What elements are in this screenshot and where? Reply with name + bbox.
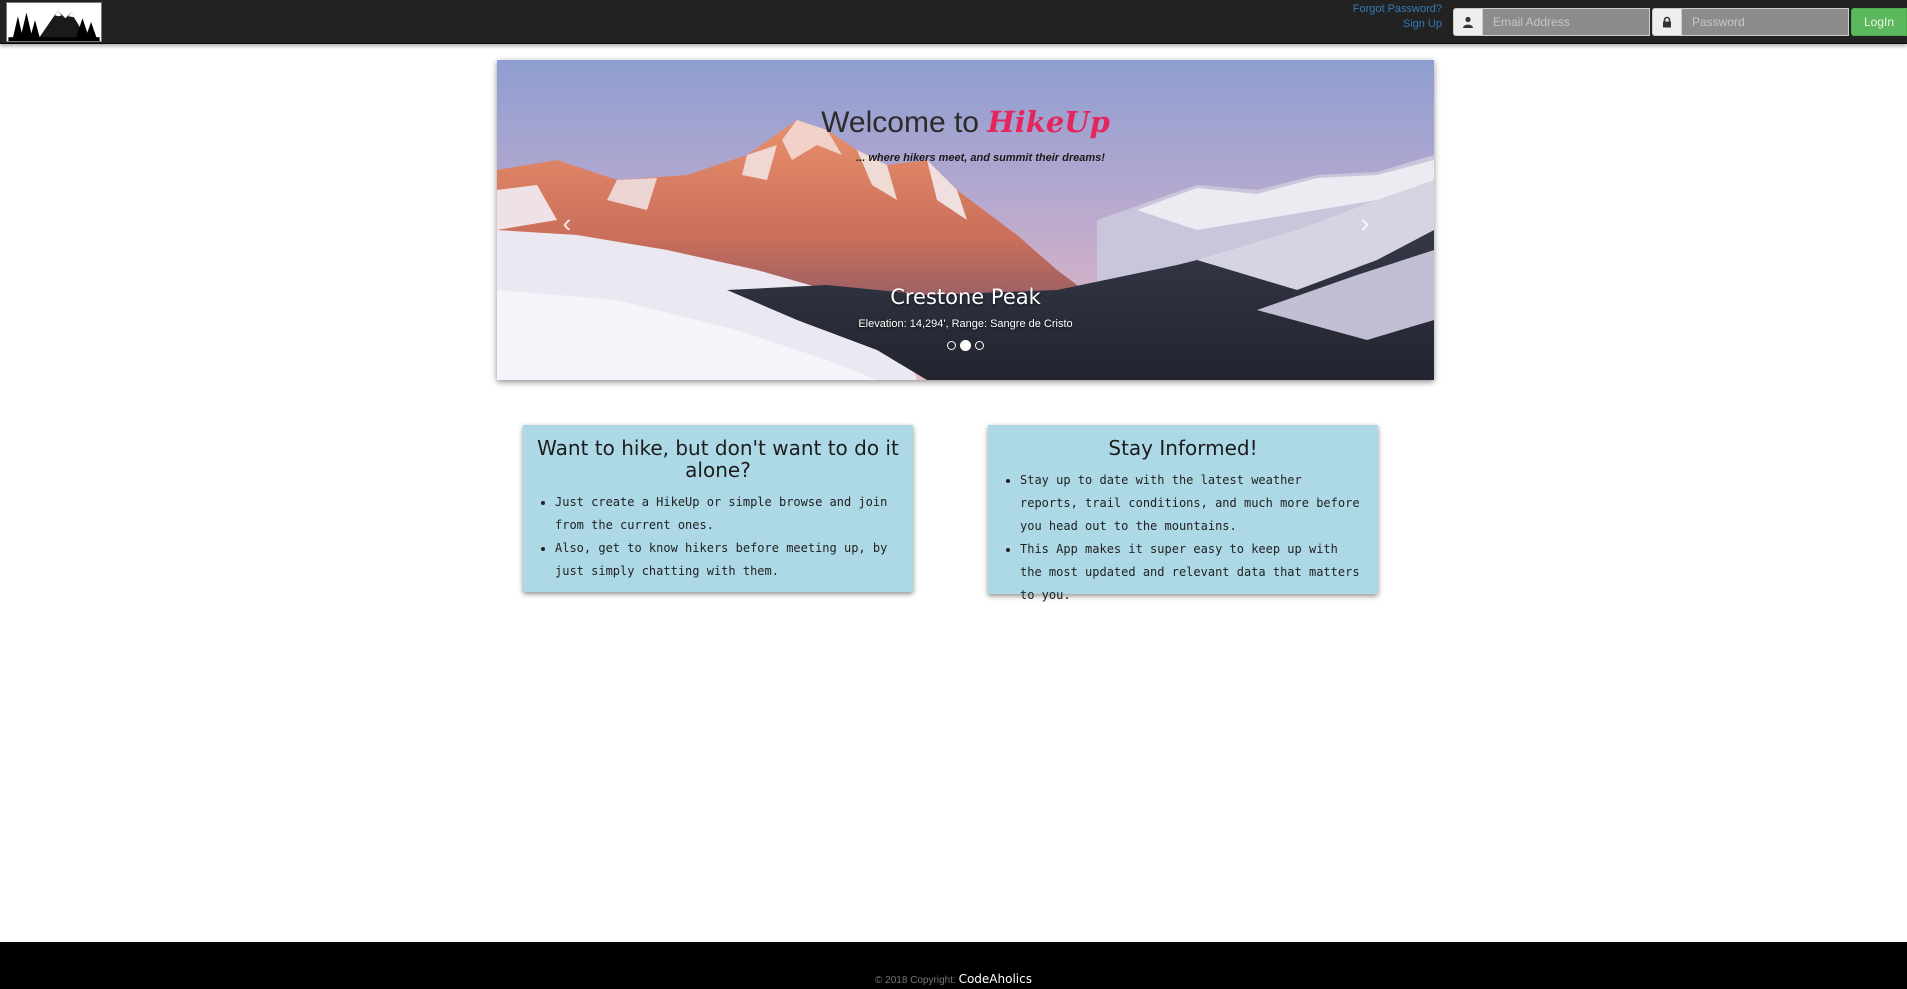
email-input-group bbox=[1453, 8, 1650, 36]
brand-name: HikeUp bbox=[987, 105, 1110, 139]
indicator-1[interactable] bbox=[947, 341, 956, 350]
list-item: Stay up to date with the latest weather … bbox=[1020, 469, 1364, 538]
page-footer: © 2018 Copyright: CodeAholics bbox=[0, 942, 1907, 989]
tagline: ... where hikers meet, and summit their … bbox=[856, 152, 1105, 164]
top-navbar: Forgot Password? Sign Up LogIn bbox=[0, 0, 1907, 44]
password-input-group bbox=[1652, 8, 1849, 36]
indicator-2[interactable] bbox=[960, 340, 971, 351]
slide-title: Crestone Peak bbox=[890, 285, 1041, 309]
user-icon bbox=[1453, 8, 1483, 36]
forgot-password-link[interactable]: Forgot Password? bbox=[1353, 2, 1442, 17]
auth-links: Forgot Password? Sign Up bbox=[1353, 2, 1442, 32]
welcome-text: Welcome to bbox=[821, 106, 979, 139]
list-item: This App makes it super easy to keep up … bbox=[1020, 538, 1364, 607]
card-title: Want to hike, but don't want to do it al… bbox=[537, 436, 899, 482]
indicator-3[interactable] bbox=[975, 341, 984, 350]
carousel-prev-arrow[interactable]: ‹ bbox=[552, 208, 582, 238]
sign-up-link[interactable]: Sign Up bbox=[1353, 17, 1442, 32]
author-name[interactable]: CodeAholics bbox=[959, 972, 1032, 986]
password-input[interactable] bbox=[1682, 8, 1849, 36]
card-title: Stay Informed! bbox=[1108, 436, 1258, 460]
lock-icon bbox=[1652, 8, 1682, 36]
slide-subtitle: Elevation: 14,294', Range: Sangre de Cri… bbox=[858, 318, 1073, 330]
mountain-logo-icon bbox=[8, 3, 100, 41]
card-list: Just create a HikeUp or simple browse an… bbox=[537, 491, 899, 583]
email-input[interactable] bbox=[1483, 8, 1650, 36]
welcome-heading: Welcome to HikeUp bbox=[497, 105, 1434, 140]
copyright-text: © 2018 Copyright: bbox=[875, 975, 956, 986]
hero-carousel: Welcome to HikeUp ... where hikers meet,… bbox=[497, 60, 1434, 380]
list-item: Just create a HikeUp or simple browse an… bbox=[555, 491, 899, 537]
login-button[interactable]: LogIn bbox=[1851, 8, 1907, 36]
feature-card-hike-together: Want to hike, but don't want to do it al… bbox=[523, 425, 913, 592]
list-item: Also, get to know hikers before meeting … bbox=[555, 537, 899, 583]
hikeup-logo[interactable] bbox=[6, 2, 102, 42]
carousel-next-arrow[interactable]: › bbox=[1350, 208, 1380, 238]
feature-card-stay-informed: Stay Informed! Stay up to date with the … bbox=[988, 425, 1378, 602]
card-list: Stay up to date with the latest weather … bbox=[1002, 469, 1364, 607]
carousel-indicators bbox=[497, 340, 1434, 351]
